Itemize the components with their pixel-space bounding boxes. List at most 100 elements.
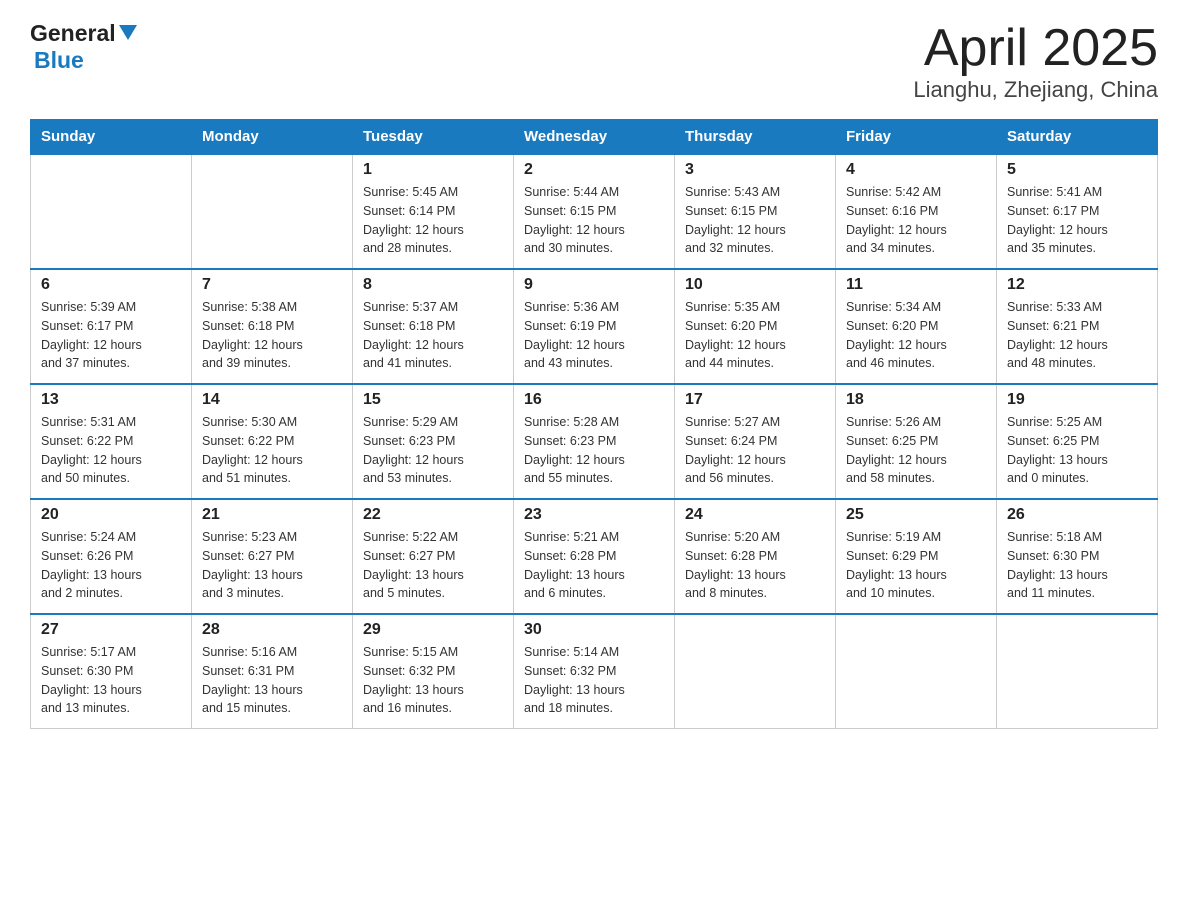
logo-general-text: General [30, 20, 116, 47]
day-number: 29 [363, 621, 503, 639]
calendar-week-row: 27Sunrise: 5:17 AM Sunset: 6:30 PM Dayli… [31, 614, 1158, 729]
calendar-day-19: 19Sunrise: 5:25 AM Sunset: 6:25 PM Dayli… [997, 384, 1158, 499]
day-number: 28 [202, 621, 342, 639]
calendar-header-row: SundayMondayTuesdayWednesdayThursdayFrid… [31, 120, 1158, 155]
calendar-day-8: 8 Sunrise: 5:37 AM Sunset: 6:18 PM Daylig… [353, 269, 514, 384]
day-info: Sunrise: 5:28 AM Sunset: 6:23 PM Dayligh… [524, 413, 664, 488]
day-number: 15 [363, 391, 503, 409]
day-number: 4 [846, 161, 986, 179]
calendar-day-17: 17Sunrise: 5:27 AM Sunset: 6:24 PM Dayli… [675, 384, 836, 499]
day-info: Sunrise: 5:45 AM Sunset: 6:14 PM Dayligh… [363, 183, 503, 258]
calendar-day-28: 28 Sunrise: 5:16 AM Sunset: 6:31 PM Dayli… [192, 614, 353, 729]
day-info: Sunrise: 5:27 AM Sunset: 6:24 PM Dayligh… [685, 413, 825, 488]
calendar-day-1: 1 Sunrise: 5:45 AM Sunset: 6:14 PM Daylig… [353, 154, 514, 269]
day-info: Sunrise: 5:15 AM Sunset: 6:32 PM Dayligh… [363, 643, 503, 718]
day-info: Sunrise: 5:20 AM Sunset: 6:28 PM Dayligh… [685, 528, 825, 603]
day-info: Sunrise: 5:21 AM Sunset: 6:28 PM Dayligh… [524, 528, 664, 603]
day-number: 23 [524, 506, 664, 524]
day-number: 10 [685, 276, 825, 294]
col-header-thursday: Thursday [675, 120, 836, 155]
calendar-empty-cell [192, 154, 353, 269]
day-number: 6 [41, 276, 181, 294]
calendar-week-row: 13 Sunrise: 5:31 AM Sunset: 6:22 PM Dayli… [31, 384, 1158, 499]
day-info: Sunrise: 5:39 AM Sunset: 6:17 PM Dayligh… [41, 298, 181, 373]
day-info: Sunrise: 5:22 AM Sunset: 6:27 PM Dayligh… [363, 528, 503, 603]
day-info: Sunrise: 5:37 AM Sunset: 6:18 PM Dayligh… [363, 298, 503, 373]
col-header-monday: Monday [192, 120, 353, 155]
day-number: 24 [685, 506, 825, 524]
calendar-subtitle: Lianghu, Zhejiang, China [913, 77, 1158, 103]
day-info: Sunrise: 5:25 AM Sunset: 6:25 PM Dayligh… [1007, 413, 1147, 488]
day-number: 3 [685, 161, 825, 179]
day-number: 30 [524, 621, 664, 639]
day-info: Sunrise: 5:44 AM Sunset: 6:15 PM Dayligh… [524, 183, 664, 258]
day-info: Sunrise: 5:41 AM Sunset: 6:17 PM Dayligh… [1007, 183, 1147, 258]
title-block: April 2025 Lianghu, Zhejiang, China [913, 20, 1158, 103]
day-number: 18 [846, 391, 986, 409]
calendar-day-7: 7 Sunrise: 5:38 AM Sunset: 6:18 PM Daylig… [192, 269, 353, 384]
calendar-day-9: 9 Sunrise: 5:36 AM Sunset: 6:19 PM Daylig… [514, 269, 675, 384]
calendar-empty-cell [675, 614, 836, 729]
calendar-day-18: 18 Sunrise: 5:26 AM Sunset: 6:25 PM Dayli… [836, 384, 997, 499]
logo-blue-text: Blue [34, 47, 84, 74]
calendar-day-16: 16 Sunrise: 5:28 AM Sunset: 6:23 PM Dayli… [514, 384, 675, 499]
col-header-saturday: Saturday [997, 120, 1158, 155]
calendar-day-24: 24 Sunrise: 5:20 AM Sunset: 6:28 PM Dayli… [675, 499, 836, 614]
calendar-table: SundayMondayTuesdayWednesdayThursdayFrid… [30, 119, 1158, 729]
day-info: Sunrise: 5:26 AM Sunset: 6:25 PM Dayligh… [846, 413, 986, 488]
day-info: Sunrise: 5:34 AM Sunset: 6:20 PM Dayligh… [846, 298, 986, 373]
day-number: 9 [524, 276, 664, 294]
day-info: Sunrise: 5:19 AM Sunset: 6:29 PM Dayligh… [846, 528, 986, 603]
day-number: 21 [202, 506, 342, 524]
col-header-friday: Friday [836, 120, 997, 155]
day-info: Sunrise: 5:36 AM Sunset: 6:19 PM Dayligh… [524, 298, 664, 373]
calendar-week-row: 20 Sunrise: 5:24 AM Sunset: 6:26 PM Dayli… [31, 499, 1158, 614]
day-number: 11 [846, 276, 986, 294]
day-number: 7 [202, 276, 342, 294]
day-info: Sunrise: 5:16 AM Sunset: 6:31 PM Dayligh… [202, 643, 342, 718]
day-number: 20 [41, 506, 181, 524]
day-number: 22 [363, 506, 503, 524]
day-info: Sunrise: 5:23 AM Sunset: 6:27 PM Dayligh… [202, 528, 342, 603]
day-number: 8 [363, 276, 503, 294]
calendar-day-26: 26 Sunrise: 5:18 AM Sunset: 6:30 PM Dayli… [997, 499, 1158, 614]
day-info: Sunrise: 5:31 AM Sunset: 6:22 PM Dayligh… [41, 413, 181, 488]
day-number: 27 [41, 621, 181, 639]
calendar-day-2: 2 Sunrise: 5:44 AM Sunset: 6:15 PM Daylig… [514, 154, 675, 269]
day-number: 12 [1007, 276, 1147, 294]
day-info: Sunrise: 5:24 AM Sunset: 6:26 PM Dayligh… [41, 528, 181, 603]
day-info: Sunrise: 5:35 AM Sunset: 6:20 PM Dayligh… [685, 298, 825, 373]
col-header-sunday: Sunday [31, 120, 192, 155]
day-info: Sunrise: 5:29 AM Sunset: 6:23 PM Dayligh… [363, 413, 503, 488]
calendar-day-23: 23 Sunrise: 5:21 AM Sunset: 6:28 PM Dayli… [514, 499, 675, 614]
calendar-day-21: 21 Sunrise: 5:23 AM Sunset: 6:27 PM Dayli… [192, 499, 353, 614]
day-number: 14 [202, 391, 342, 409]
calendar-day-29: 29 Sunrise: 5:15 AM Sunset: 6:32 PM Dayli… [353, 614, 514, 729]
day-number: 25 [846, 506, 986, 524]
calendar-week-row: 6 Sunrise: 5:39 AM Sunset: 6:17 PM Daylig… [31, 269, 1158, 384]
day-info: Sunrise: 5:14 AM Sunset: 6:32 PM Dayligh… [524, 643, 664, 718]
calendar-day-6: 6 Sunrise: 5:39 AM Sunset: 6:17 PM Daylig… [31, 269, 192, 384]
day-info: Sunrise: 5:38 AM Sunset: 6:18 PM Dayligh… [202, 298, 342, 373]
day-number: 2 [524, 161, 664, 179]
col-header-wednesday: Wednesday [514, 120, 675, 155]
page-header: General Blue April 2025 Lianghu, Zhejian… [30, 20, 1158, 103]
calendar-day-20: 20 Sunrise: 5:24 AM Sunset: 6:26 PM Dayli… [31, 499, 192, 614]
calendar-day-15: 15 Sunrise: 5:29 AM Sunset: 6:23 PM Dayli… [353, 384, 514, 499]
day-info: Sunrise: 5:33 AM Sunset: 6:21 PM Dayligh… [1007, 298, 1147, 373]
day-info: Sunrise: 5:43 AM Sunset: 6:15 PM Dayligh… [685, 183, 825, 258]
day-number: 5 [1007, 161, 1147, 179]
day-number: 13 [41, 391, 181, 409]
calendar-empty-cell [836, 614, 997, 729]
day-number: 1 [363, 161, 503, 179]
calendar-title: April 2025 [913, 20, 1158, 77]
calendar-day-13: 13 Sunrise: 5:31 AM Sunset: 6:22 PM Dayli… [31, 384, 192, 499]
logo: General Blue [30, 20, 137, 74]
calendar-day-5: 5 Sunrise: 5:41 AM Sunset: 6:17 PM Daylig… [997, 154, 1158, 269]
calendar-day-10: 10 Sunrise: 5:35 AM Sunset: 6:20 PM Dayli… [675, 269, 836, 384]
calendar-day-30: 30 Sunrise: 5:14 AM Sunset: 6:32 PM Dayli… [514, 614, 675, 729]
day-info: Sunrise: 5:18 AM Sunset: 6:30 PM Dayligh… [1007, 528, 1147, 603]
day-number: 16 [524, 391, 664, 409]
calendar-day-25: 25 Sunrise: 5:19 AM Sunset: 6:29 PM Dayli… [836, 499, 997, 614]
day-number: 26 [1007, 506, 1147, 524]
